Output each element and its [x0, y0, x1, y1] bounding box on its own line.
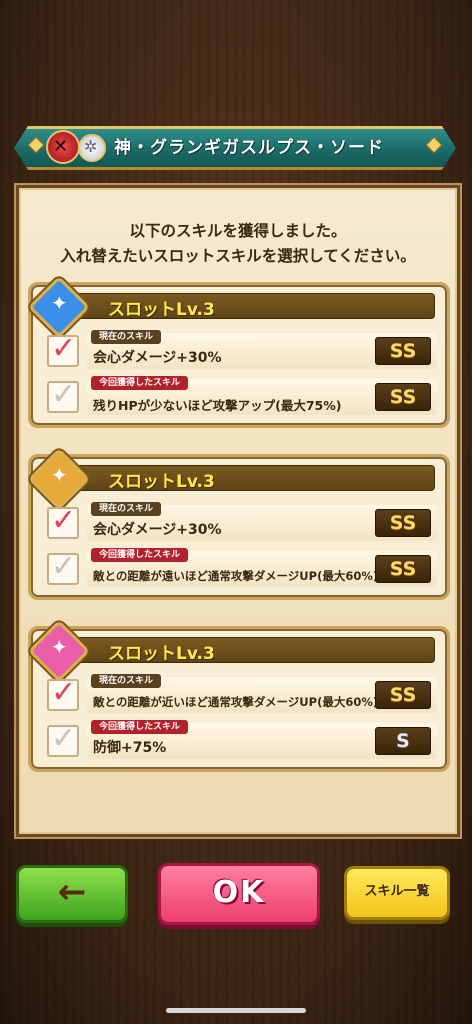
- gear-icon: ✲: [78, 134, 106, 162]
- skill-checkbox-unchecked[interactable]: ✓: [47, 721, 79, 757]
- skill-checkbox-checked[interactable]: ✓: [47, 675, 79, 711]
- current-skill-row[interactable]: ✓ 現在のスキル 敵との距離が近いほど通常攻撃ダメージUP(最大60%) SS: [39, 674, 437, 713]
- new-skill-tag: 今回獲得したスキル: [91, 376, 189, 390]
- current-skill-tag: 現在のスキル: [91, 674, 162, 688]
- back-button[interactable]: ←: [16, 865, 128, 923]
- ok-button-label: OK: [212, 875, 266, 910]
- skill-rank-badge: SS: [375, 555, 431, 583]
- slot-level-label: スロットLv.3: [108, 644, 215, 664]
- slot-card-3: スロットLv.3 ✦ ✓ 現在のスキル 敵との距離が近いほど通常攻撃ダメージUP…: [27, 619, 450, 772]
- skill-name: 残りHPが少ないほど攻撃アップ(最大75%): [93, 398, 342, 413]
- skill-entry[interactable]: 現在のスキル 会心ダメージ+30% SS: [87, 330, 437, 369]
- slot-pink-crest-icon: ✦: [27, 619, 91, 683]
- skill-rank-badge: SS: [375, 383, 431, 411]
- skill-rank-badge: SS: [375, 337, 431, 365]
- skill-checkbox-checked[interactable]: ✓: [47, 331, 79, 367]
- weapon-name: 神・グランギガスルプス・ソード: [114, 138, 384, 158]
- skill-name: 会心ダメージ+30%: [93, 522, 222, 538]
- instruction-line-1: 以下のスキルを獲得しました。: [129, 222, 347, 240]
- current-skill-row[interactable]: ✓ 現在のスキル 会心ダメージ+30% SS: [39, 330, 437, 369]
- new-skill-row[interactable]: ✓ 今回獲得したスキル 防御+75% S: [39, 720, 437, 759]
- slot-level-label: スロットLv.3: [108, 472, 215, 492]
- slot-header: スロットLv.3: [45, 465, 435, 492]
- instruction-line-2: 入れ替えたいスロットスキルを選択してください。: [60, 247, 416, 265]
- current-skill-row[interactable]: ✓ 現在のスキル 会心ダメージ+30% SS: [39, 502, 437, 541]
- crossed-swords-icon: ✕: [46, 130, 80, 164]
- slot-gold-crest-icon: ✦: [27, 447, 91, 511]
- skill-rank-badge: SS: [375, 509, 431, 537]
- skill-checkbox-unchecked[interactable]: ✓: [47, 377, 79, 413]
- home-indicator[interactable]: [166, 1008, 306, 1013]
- weapon-title-banner: ✕ ✲ 神・グランギガスルプス・ソード: [14, 120, 456, 168]
- skill-checkbox-unchecked[interactable]: ✓: [47, 549, 79, 585]
- instruction-text: 以下のスキルを獲得しました。 入れ替えたいスロットスキルを選択してください。: [16, 219, 460, 269]
- skill-entry[interactable]: 今回獲得したスキル 残りHPが少ないほど攻撃アップ(最大75%) SS: [87, 376, 437, 415]
- skill-rank-badge: S: [375, 727, 431, 755]
- new-skill-tag: 今回獲得したスキル: [91, 720, 189, 734]
- skill-name: 敵との距離が近いほど通常攻撃ダメージUP(最大60%): [93, 695, 379, 709]
- skill-list-label: スキル一覧: [364, 884, 430, 899]
- skill-name: 会心ダメージ+30%: [93, 350, 222, 366]
- new-skill-row[interactable]: ✓ 今回獲得したスキル 残りHPが少ないほど攻撃アップ(最大75%) SS: [39, 376, 437, 415]
- skill-entry[interactable]: 今回獲得したスキル 防御+75% S: [87, 720, 437, 759]
- skill-entry[interactable]: 現在のスキル 敵との距離が近いほど通常攻撃ダメージUP(最大60%) SS: [87, 674, 437, 713]
- skill-name: 敵との距離が遠いほど通常攻撃ダメージUP(最大60%): [93, 569, 379, 583]
- skill-name: 防御+75%: [93, 740, 167, 756]
- new-skill-row[interactable]: ✓ 今回獲得したスキル 敵との距離が遠いほど通常攻撃ダメージUP(最大60%) …: [39, 548, 437, 587]
- slot-blue-crest-icon: ✦: [27, 275, 91, 339]
- skill-entry[interactable]: 今回獲得したスキル 敵との距離が遠いほど通常攻撃ダメージUP(最大60%) SS: [87, 548, 437, 587]
- arrow-left-icon: ←: [57, 872, 87, 912]
- slot-card-2: スロットLv.3 ✦ ✓ 現在のスキル 会心ダメージ+30% SS ✓ 今回獲得…: [27, 447, 450, 600]
- skill-list-button[interactable]: スキル一覧: [344, 866, 450, 920]
- slot-header: スロットLv.3: [45, 637, 435, 664]
- new-skill-tag: 今回獲得したスキル: [91, 548, 189, 562]
- slot-card-1: スロットLv.3 ✦ ✓ 現在のスキル 会心ダメージ+30% SS ✓ 今回獲得…: [27, 275, 450, 428]
- skill-entry[interactable]: 現在のスキル 会心ダメージ+30% SS: [87, 502, 437, 541]
- skill-checkbox-checked[interactable]: ✓: [47, 503, 79, 539]
- ok-button[interactable]: OK: [158, 863, 320, 925]
- slot-level-label: スロットLv.3: [108, 300, 215, 320]
- current-skill-tag: 現在のスキル: [91, 330, 162, 344]
- skill-rank-badge: SS: [375, 681, 431, 709]
- current-skill-tag: 現在のスキル: [91, 502, 162, 516]
- slot-header: スロットLv.3: [45, 293, 435, 320]
